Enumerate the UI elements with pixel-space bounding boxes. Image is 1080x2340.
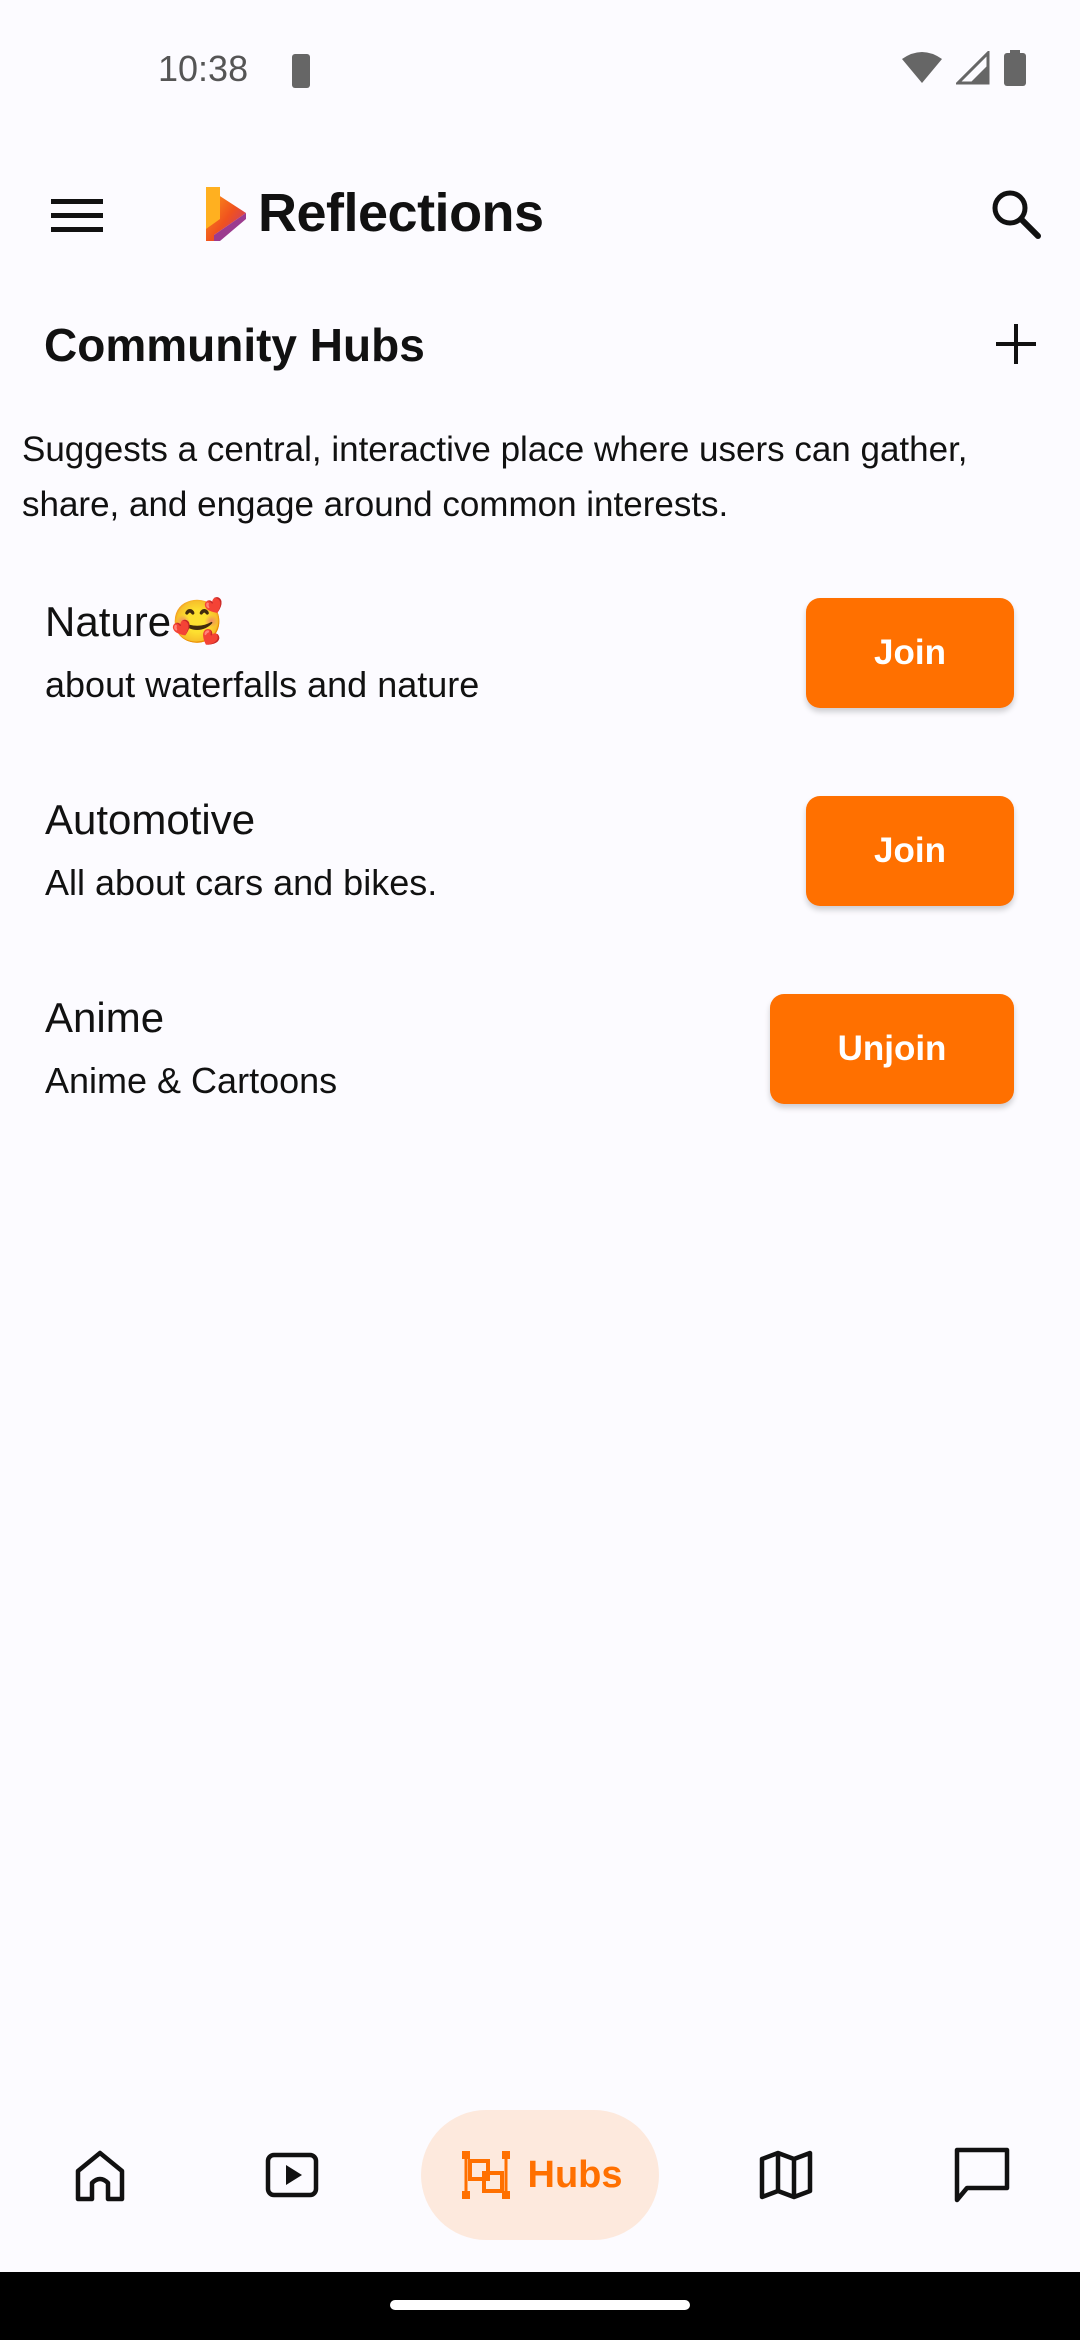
join-button[interactable]: Join: [806, 598, 1014, 708]
unjoin-button[interactable]: Unjoin: [770, 994, 1014, 1104]
section-header: Community Hubs: [0, 300, 1080, 390]
hub-description: about waterfalls and nature: [45, 664, 480, 705]
menu-icon[interactable]: [42, 185, 112, 245]
status-bar: 10:38: [0, 0, 1080, 140]
app-bar: Reflections: [0, 160, 1080, 270]
hub-item-anime: Anime Anime & Cartoons Unjoin: [0, 976, 1080, 1174]
gesture-bar: [0, 2272, 1080, 2340]
join-button[interactable]: Join: [806, 796, 1014, 906]
battery-saver-icon: [292, 54, 310, 88]
hub-description: All about cars and bikes.: [45, 862, 438, 903]
cell-signal-icon: [956, 51, 990, 85]
search-icon[interactable]: [984, 182, 1050, 248]
home-icon: [75, 2150, 125, 2202]
hub-name: Automotive: [45, 796, 256, 843]
nav-hubs-label: Hubs: [527, 2153, 623, 2196]
bottom-nav: Hubs: [0, 2090, 1080, 2270]
screen: 10:38 Reflections Community Hubs Suggest…: [0, 0, 1080, 2340]
hub-list: Nature🥰 about waterfalls and nature Join…: [0, 580, 1080, 1174]
battery-icon: [1004, 50, 1026, 86]
nav-video[interactable]: [242, 2110, 342, 2240]
logo-icon: [206, 187, 246, 241]
app-title: Reflections: [258, 183, 544, 243]
status-icons: [902, 50, 1026, 86]
hub-item-automotive: Automotive All about cars and bikes. Joi…: [0, 778, 1080, 976]
add-icon[interactable]: [988, 316, 1044, 372]
nav-map[interactable]: [736, 2110, 836, 2240]
status-time: 10:38: [158, 48, 249, 89]
section-title: Community Hubs: [44, 319, 425, 371]
wifi-icon: [902, 52, 942, 83]
section-description: Suggests a central, interactive place wh…: [22, 430, 968, 524]
nav-hubs[interactable]: Hubs: [421, 2110, 659, 2240]
hub-item-nature: Nature🥰 about waterfalls and nature Join: [0, 580, 1080, 778]
hub-description: Anime & Cartoons: [45, 1060, 338, 1101]
app-logo: Reflections: [200, 182, 544, 244]
nav-chat[interactable]: [932, 2110, 1032, 2240]
nav-home[interactable]: [50, 2110, 150, 2240]
hub-name: Anime: [45, 994, 165, 1041]
gesture-handle[interactable]: [390, 2300, 690, 2310]
chat-icon: [954, 2147, 1010, 2203]
hubs-icon: [461, 2151, 510, 2199]
hub-name: Nature🥰: [45, 598, 224, 645]
map-icon: [759, 2150, 813, 2200]
video-icon: [265, 2152, 319, 2198]
